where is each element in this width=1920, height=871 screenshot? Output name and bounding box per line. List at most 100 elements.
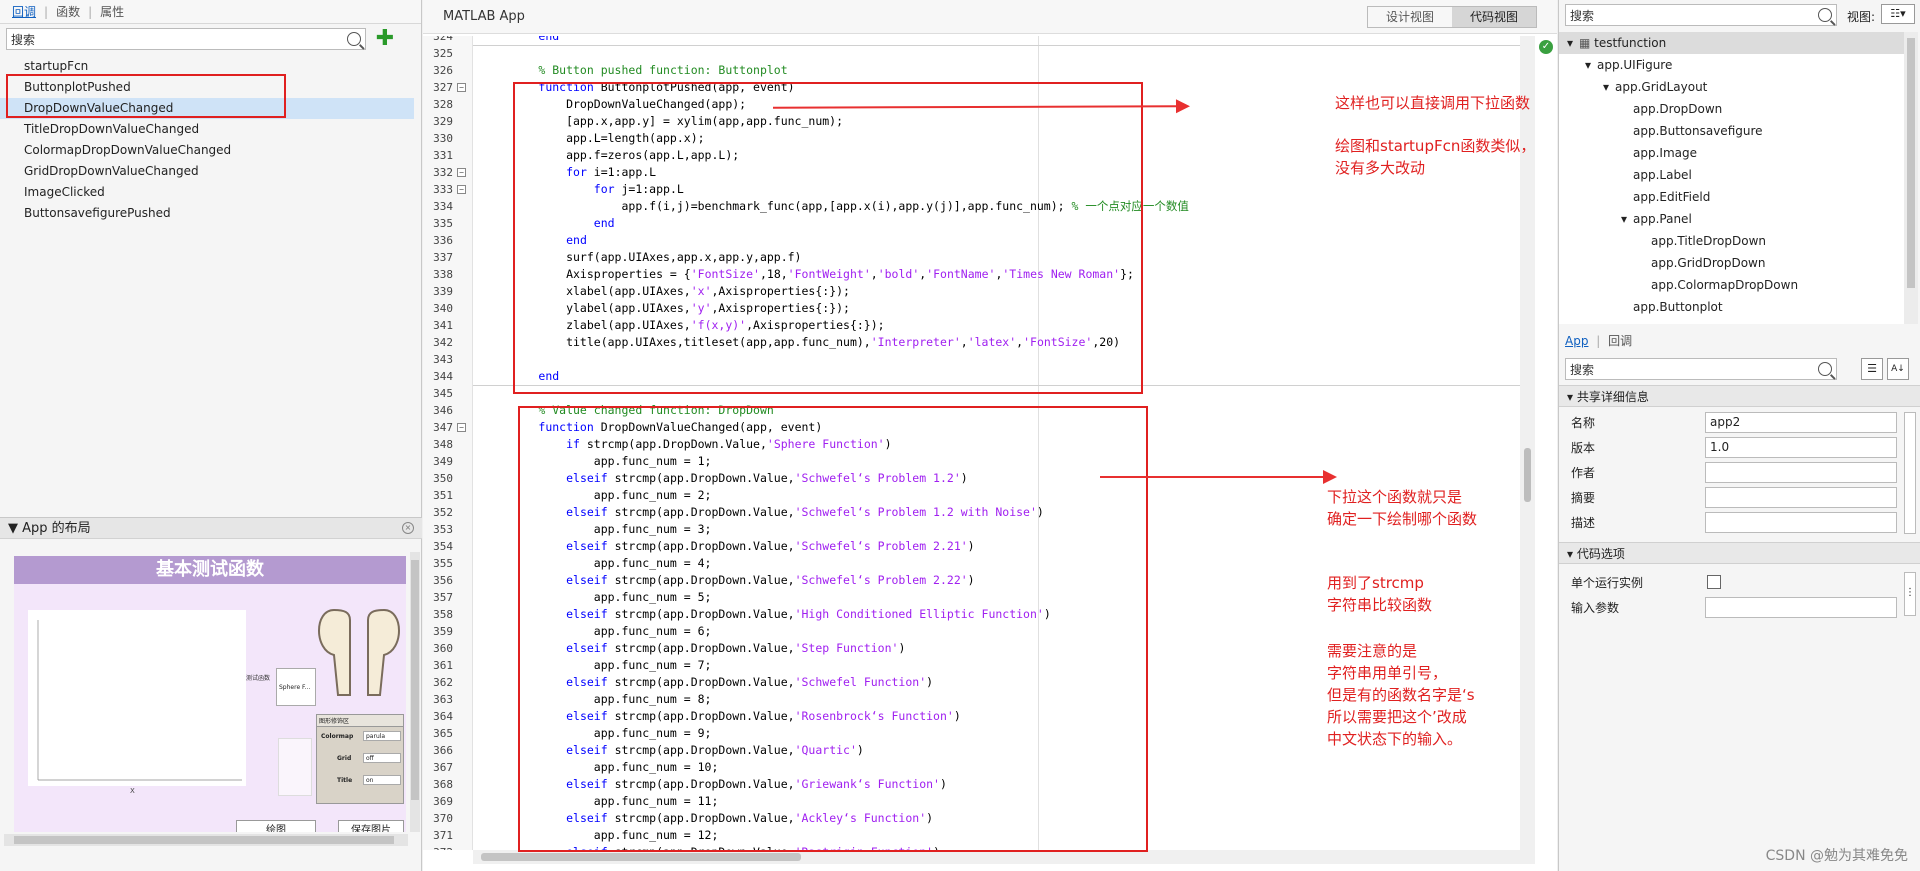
- line-number: 340: [433, 302, 453, 315]
- line-number: 365: [433, 727, 453, 740]
- layout-header[interactable]: ▼ App 的布局 ×: [0, 517, 422, 539]
- preview-row-label: Colormap: [321, 733, 354, 740]
- single-instance-checkbox[interactable]: [1707, 575, 1721, 589]
- preview-row-value: parula: [363, 731, 401, 741]
- fold-toggle-icon[interactable]: −: [457, 423, 466, 432]
- section-code-options[interactable]: ▾ 代码选项: [1559, 542, 1920, 564]
- list-view-icon[interactable]: ☰: [1861, 358, 1883, 380]
- property-value-field[interactable]: [1705, 487, 1897, 508]
- line-number: 346: [433, 404, 453, 417]
- tree-node[interactable]: app.Label: [1559, 164, 1904, 186]
- tree-node[interactable]: app.Buttonsavefigure: [1559, 120, 1904, 142]
- design-view-button[interactable]: 设计视图: [1368, 7, 1452, 27]
- code-line[interactable]: 324 end: [423, 36, 1520, 45]
- property-value-field[interactable]: 1.0: [1705, 437, 1897, 458]
- fold-toggle-icon[interactable]: −: [457, 83, 466, 92]
- left-tabs: 回调 | 函数 | 属性: [0, 0, 421, 24]
- property-label: 版本: [1571, 441, 1596, 455]
- property-label: 摘要: [1571, 491, 1596, 505]
- tree-expand-icon[interactable]: ▾: [1603, 76, 1615, 98]
- tree-node-label: app.DropDown: [1633, 102, 1723, 116]
- line-number: 333: [433, 183, 453, 196]
- app-layout-preview: 基本测试函数 X 测试函数 Sphere F... 图形修饰区 Colormap…: [14, 556, 406, 832]
- tree-vscrollbar[interactable]: [1904, 32, 1918, 324]
- preview-panel: 图形修饰区 Colormap parula Grid off Title on: [316, 714, 404, 804]
- tree-node[interactable]: app.EditField: [1559, 186, 1904, 208]
- callback-item[interactable]: TitleDropDownValueChanged: [0, 119, 414, 140]
- preview-hscrollbar[interactable]: [4, 834, 408, 846]
- tree-node[interactable]: app.Image: [1559, 142, 1904, 164]
- editor-titlebar: MATLAB App 设计视图 代码视图: [423, 0, 1557, 34]
- tree-node[interactable]: ▾ app.GridLayout: [1559, 76, 1904, 98]
- property-search-input[interactable]: 搜索: [1565, 358, 1837, 380]
- property-value-field[interactable]: app2: [1705, 412, 1897, 433]
- options-more-icon[interactable]: ⋮: [1904, 572, 1916, 616]
- tab-app[interactable]: App: [1565, 334, 1588, 348]
- tree-node[interactable]: app.TitleDropDown: [1559, 230, 1904, 252]
- annotation-note: 需要注意的是 字符串用单引号， 但是有的函数名字是‘s 所以需要把这个’改成 中…: [1327, 642, 1475, 748]
- callback-item[interactable]: ImageClicked: [0, 182, 414, 203]
- tree-node-label: app.ColormapDropDown: [1651, 278, 1799, 292]
- line-number: 341: [433, 319, 453, 332]
- add-callback-icon[interactable]: ✚: [374, 28, 396, 50]
- search-icon: [1818, 362, 1832, 376]
- code-line[interactable]: 325: [423, 45, 1520, 62]
- component-search-input[interactable]: 搜索: [1565, 4, 1837, 26]
- callback-item[interactable]: ColormapDropDownValueChanged: [0, 140, 414, 161]
- preview-dropdown-label: 测试函数: [246, 675, 271, 682]
- preview-panel-title: 图形修饰区: [317, 715, 403, 727]
- tab-properties[interactable]: 属性: [94, 3, 130, 20]
- tree-node[interactable]: app.DropDown: [1559, 98, 1904, 120]
- property-value-field[interactable]: [1705, 462, 1897, 483]
- sort-az-icon[interactable]: A↓: [1887, 358, 1909, 380]
- tree-node-root[interactable]: ▾ ▦ testfunction: [1559, 32, 1904, 54]
- collapse-icon: ▼: [8, 521, 23, 536]
- inspector-tabs: App | 回调: [1565, 334, 1633, 348]
- tree-node[interactable]: ▾ app.UIFigure: [1559, 54, 1904, 76]
- tree-node-label: app.EditField: [1633, 190, 1711, 204]
- tree-expand-icon[interactable]: ▾: [1621, 208, 1633, 230]
- section-shared-details[interactable]: ▾ 共享详细信息: [1559, 385, 1920, 407]
- tree-node[interactable]: app.UIAxes: [1559, 318, 1904, 324]
- editor-vscroll-thumb[interactable]: [1524, 448, 1531, 502]
- preview-vscrollbar[interactable]: [410, 552, 420, 832]
- section-separator: [473, 45, 1535, 46]
- line-number: 357: [433, 591, 453, 604]
- tab-callbacks[interactable]: 回调: [6, 3, 42, 20]
- editor-hscrollbar[interactable]: [473, 850, 1535, 864]
- tab-functions[interactable]: 函数: [50, 3, 86, 20]
- tree-node[interactable]: app.GridDropDown: [1559, 252, 1904, 274]
- tree-node-label: app.Image: [1633, 146, 1697, 160]
- code-line[interactable]: 326 % Button pushed function: Buttonplot: [423, 62, 1520, 79]
- line-number: 370: [433, 812, 453, 825]
- tree-expand-icon[interactable]: ▾: [1567, 32, 1579, 54]
- line-number: 362: [433, 676, 453, 689]
- props-scroll[interactable]: [1904, 412, 1916, 534]
- annotation-note: 这样也可以直接调用下拉函数: [1335, 94, 1531, 112]
- callback-item[interactable]: GridDropDownValueChanged: [0, 161, 414, 182]
- tab-callbacks-right[interactable]: 回调: [1608, 334, 1632, 348]
- view-label: 视图:: [1847, 10, 1876, 24]
- property-row: 作者: [1559, 460, 1904, 485]
- tree-node[interactable]: app.ColormapDropDown: [1559, 274, 1904, 296]
- line-number: 354: [433, 540, 453, 553]
- callback-item[interactable]: ButtonsavefigurePushed: [0, 203, 414, 224]
- tree-node-label: app.UIAxes: [1633, 322, 1700, 324]
- tree-node[interactable]: app.Buttonplot: [1559, 296, 1904, 318]
- input-args-field[interactable]: [1705, 597, 1897, 618]
- view-dropdown[interactable]: ☷▾: [1881, 4, 1915, 24]
- code-text: end: [538, 36, 560, 43]
- close-icon[interactable]: ×: [402, 522, 414, 534]
- property-value-field[interactable]: [1705, 512, 1897, 533]
- code-view-button[interactable]: 代码视图: [1451, 7, 1536, 27]
- line-number: 367: [433, 761, 453, 774]
- callback-search-input[interactable]: 搜索: [6, 28, 366, 50]
- fold-toggle-icon[interactable]: −: [457, 168, 466, 177]
- fold-toggle-icon[interactable]: −: [457, 185, 466, 194]
- line-number: 353: [433, 523, 453, 536]
- tree-node[interactable]: ▾ app.Panel: [1559, 208, 1904, 230]
- code-ok-icon: ✓: [1539, 40, 1553, 54]
- tree-node-label: app.Panel: [1633, 212, 1692, 226]
- tree-expand-icon[interactable]: ▾: [1585, 54, 1597, 76]
- property-label: 作者: [1571, 466, 1596, 480]
